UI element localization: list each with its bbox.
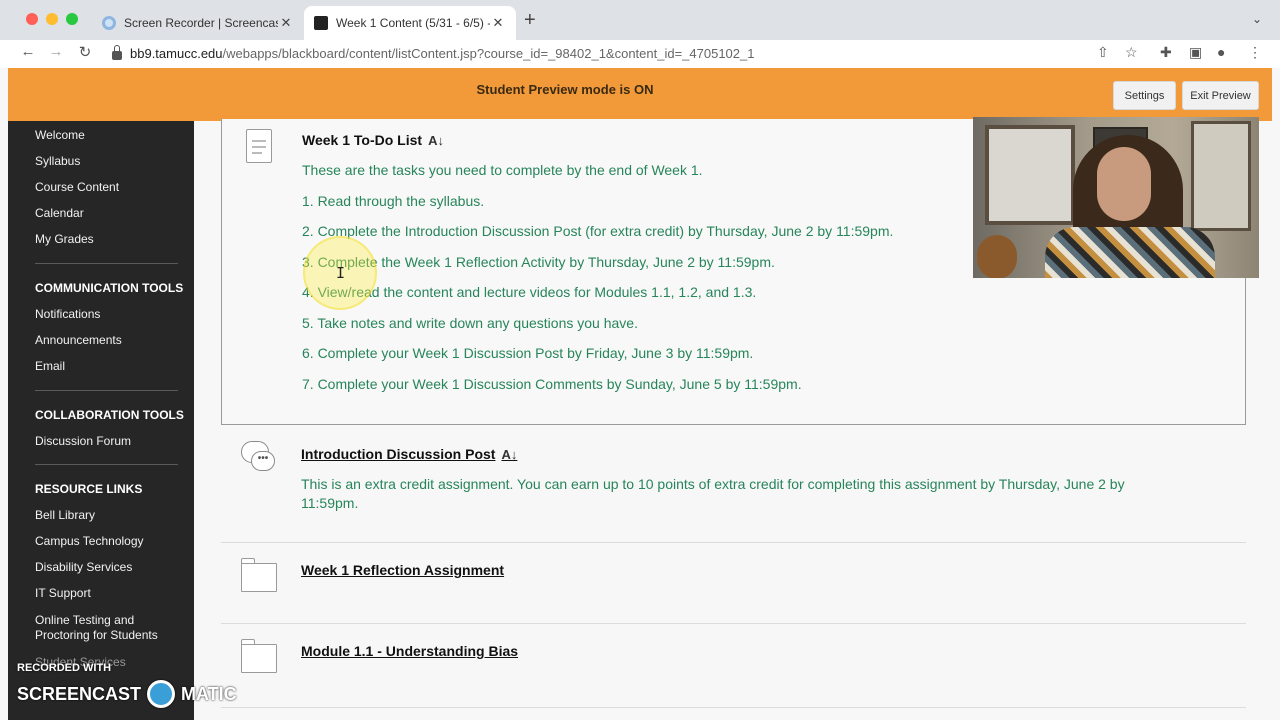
url-path: /webapps/blackboard/content/listContent.… <box>222 45 755 61</box>
item-description-line: 11:59pm. <box>301 495 359 511</box>
discussion-icon: ••• <box>241 441 275 475</box>
screencast-o-matic-logo: SCREENCAST MATIC <box>17 680 237 708</box>
content-item-module-1-1: Module 1.1 - Understanding Bias <box>221 624 1246 708</box>
sidebar-item-welcome[interactable]: Welcome <box>35 128 85 143</box>
item-description-line: These are the tasks you need to complete… <box>302 162 703 178</box>
webcam-overlay <box>973 117 1259 278</box>
sidebar-item-bell-library[interactable]: Bell Library <box>35 508 95 523</box>
side-panel-icon[interactable]: ▣ <box>1189 44 1202 61</box>
sidebar-item-online-testing[interactable]: Online Testing and Proctoring for Studen… <box>35 613 170 643</box>
tab-title: Screen Recorder | Screencast- <box>124 16 278 30</box>
bookmark-star-icon[interactable]: ☆ <box>1125 44 1138 61</box>
item-title-link[interactable]: Week 1 Reflection Assignment <box>301 562 504 578</box>
folder-icon <box>241 639 277 673</box>
todo-list-item: 7. Complete your Week 1 Discussion Comme… <box>302 376 802 392</box>
blackboard-favicon-icon <box>314 16 328 30</box>
item-description-line: This is an extra credit assignment. You … <box>301 476 1125 492</box>
sidebar-item-notifications[interactable]: Notifications <box>35 307 100 322</box>
sidebar-item-announcements[interactable]: Announcements <box>35 333 122 348</box>
sidebar-item-disability-services[interactable]: Disability Services <box>35 560 132 575</box>
tab-search-chevron-icon[interactable]: ⌄ <box>1252 12 1262 26</box>
sidebar-item-campus-technology[interactable]: Campus Technology <box>35 534 144 549</box>
tab-week-1-content[interactable]: Week 1 Content (5/31 - 6/5) - ✕ <box>304 6 516 40</box>
item-title-link[interactable]: Introduction Discussion Post <box>301 446 495 462</box>
url-host: bb9.tamucc.edu <box>130 45 223 61</box>
sidebar-item-discussion-forum[interactable]: Discussion Forum <box>35 434 131 449</box>
new-tab-button[interactable]: + <box>524 10 536 30</box>
todo-list-item: 6. Complete your Week 1 Discussion Post … <box>302 345 754 361</box>
record-dot-icon <box>147 680 176 708</box>
share-icon[interactable]: ⇧ <box>1097 44 1109 61</box>
sidebar-heading-collaboration: COLLABORATION TOOLS <box>35 408 184 422</box>
student-preview-banner: Student Preview mode is ON Settings Exit… <box>8 68 1272 121</box>
sidebar-divider <box>35 263 178 264</box>
watermark-right-text: MATIC <box>181 683 237 704</box>
content-item-intro-discussion: ••• Introduction Discussion Post A↓ This … <box>221 425 1246 543</box>
sidebar-item-my-grades[interactable]: My Grades <box>35 232 94 247</box>
tab-close-icon[interactable]: ✕ <box>278 15 294 31</box>
extensions-puzzle-icon[interactable]: ✚ <box>1160 44 1172 61</box>
settings-button[interactable]: Settings <box>1113 81 1176 110</box>
sidebar-heading-resource-links: RESOURCE LINKS <box>35 482 143 496</box>
forward-arrow-icon[interactable]: → <box>46 43 66 60</box>
sidebar-item-calendar[interactable]: Calendar <box>35 206 84 221</box>
item-title-link[interactable]: Module 1.1 - Understanding Bias <box>301 643 518 659</box>
todo-list-item: 5. Take notes and write down any questio… <box>302 315 638 331</box>
tab-screen-recorder[interactable]: Screen Recorder | Screencast- ✕ <box>92 6 304 40</box>
sidebar-divider <box>35 390 178 391</box>
address-bar[interactable]: bb9.tamucc.edu/webapps/blackboard/conten… <box>104 41 1084 65</box>
sidebar-heading-communication: COMMUNICATION TOOLS <box>35 281 184 295</box>
exit-preview-button[interactable]: Exit Preview <box>1182 81 1259 110</box>
reload-icon[interactable]: ↻ <box>75 43 95 61</box>
tab-close-icon[interactable]: ✕ <box>490 15 506 31</box>
watermark-left-text: SCREENCAST <box>17 683 142 704</box>
window-minimize-button[interactable] <box>46 13 58 25</box>
sidebar-item-it-support[interactable]: IT Support <box>35 586 91 601</box>
todo-list-item: 2. Complete the Introduction Discussion … <box>302 223 894 239</box>
sidebar-item-email[interactable]: Email <box>35 359 65 374</box>
sidebar-item-syllabus[interactable]: Syllabus <box>35 154 80 169</box>
item-title[interactable]: Week 1 To-Do List A↓ <box>302 132 444 148</box>
preview-mode-text: Student Preview mode is ON <box>476 82 654 97</box>
course-menu-sidebar: Welcome Syllabus Course Content Calendar… <box>8 121 194 720</box>
text-cursor-icon: I <box>336 264 346 282</box>
window-close-button[interactable] <box>26 13 38 25</box>
text-to-speech-icon[interactable]: A↓ <box>501 447 517 462</box>
screencast-favicon-icon <box>102 16 116 30</box>
content-item-reflection-assignment: Week 1 Reflection Assignment <box>221 543 1246 624</box>
profile-avatar-icon[interactable]: ● <box>1217 44 1225 60</box>
sidebar-item-course-content[interactable]: Course Content <box>35 180 119 195</box>
folder-icon <box>241 558 277 592</box>
item-title-text: Week 1 To-Do List <box>302 132 423 148</box>
back-arrow-icon[interactable]: ← <box>18 43 38 60</box>
watermark-recorded-with: RECORDED WITH <box>17 662 112 674</box>
browser-tabstrip: Screen Recorder | Screencast- ✕ Week 1 C… <box>0 0 1280 40</box>
todo-list-item: 1. Read through the syllabus. <box>302 193 485 209</box>
text-to-speech-icon[interactable]: A↓ <box>428 133 444 148</box>
lock-icon <box>112 44 122 60</box>
document-icon <box>246 129 272 163</box>
sidebar-divider <box>35 464 178 465</box>
window-zoom-button[interactable] <box>66 13 78 25</box>
browser-menu-icon[interactable]: ⋮ <box>1248 44 1262 61</box>
item-title[interactable]: Introduction Discussion Post A↓ <box>301 446 517 462</box>
browser-toolbar: ← → ↻ bb9.tamucc.edu/webapps/blackboard/… <box>0 40 1280 68</box>
tab-title: Week 1 Content (5/31 - 6/5) - <box>336 16 490 30</box>
